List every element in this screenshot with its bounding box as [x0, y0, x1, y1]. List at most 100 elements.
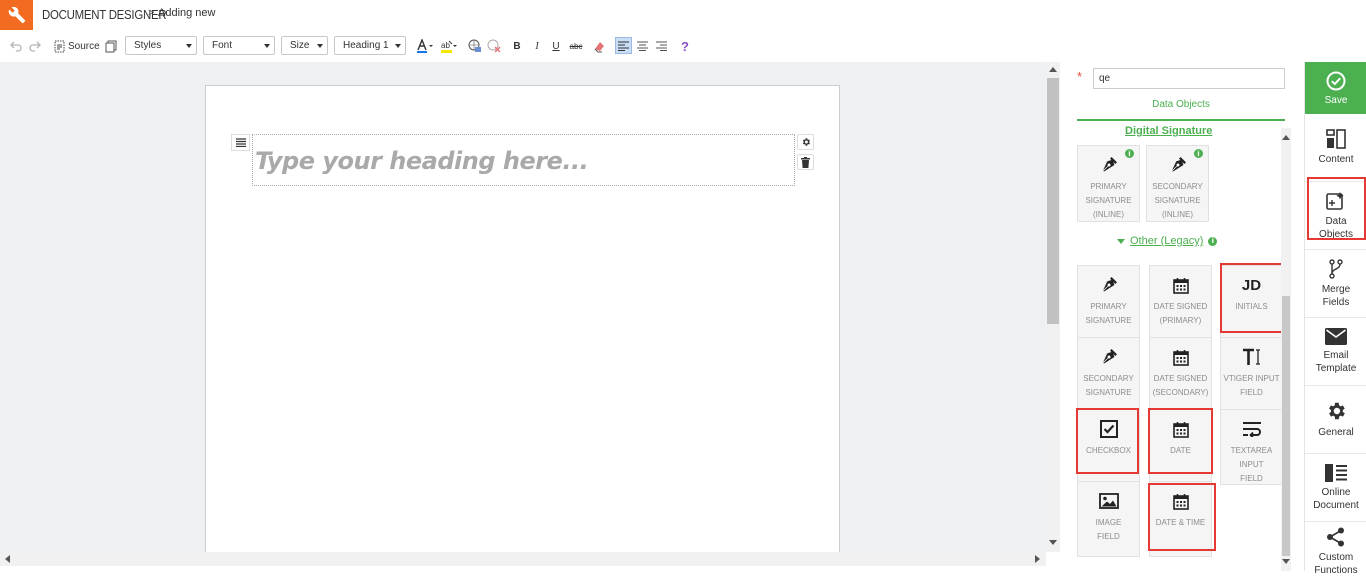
top-header: DOCUMENT DESIGNER > Adding new — [0, 0, 1366, 30]
italic-button[interactable]: I — [531, 38, 543, 54]
size-dropdown[interactable]: Size — [281, 36, 328, 55]
sidebar-item-custom-functions[interactable]: Custom Functions — [1305, 522, 1366, 582]
heading-block[interactable]: Type your heading here... — [252, 134, 795, 186]
trash-icon[interactable] — [797, 154, 814, 170]
highlight-date-and-time — [1148, 483, 1216, 551]
section-other-legacy[interactable]: Other (Legacy) i — [1117, 235, 1218, 247]
source-icon — [54, 40, 65, 52]
align-center-icon[interactable] — [635, 38, 650, 54]
highlight-color-icon[interactable]: ab — [439, 38, 459, 54]
tile-secondary-signature[interactable]: SECONDARY SIGNATURE — [1077, 337, 1140, 413]
underline-button[interactable]: U — [550, 38, 562, 54]
content-icon — [1326, 129, 1346, 149]
heading-placeholder[interactable]: Type your heading here... — [255, 147, 589, 175]
sidebar-item-content[interactable]: Content — [1305, 114, 1366, 182]
share-icon — [1327, 527, 1344, 547]
tile-primary-signature-inline[interactable]: i PRIMARY SIGNATURE (INLINE) — [1077, 145, 1140, 222]
search-input[interactable] — [1093, 68, 1285, 89]
canvas-vertical-scrollbar-thumb[interactable] — [1047, 78, 1059, 324]
sidebar-item-label: Merge Fields — [1321, 283, 1351, 308]
tile-primary-signature[interactable]: PRIMARY SIGNATURE — [1077, 265, 1140, 341]
font-dropdown[interactable]: Font — [203, 36, 275, 55]
tile-image-field[interactable]: IMAGE FIELD — [1077, 481, 1140, 557]
tile-date-signed-secondary[interactable]: DATE SIGNED (SECONDARY) — [1149, 337, 1212, 413]
highlight-data-objects — [1307, 177, 1366, 240]
scroll-left-icon[interactable] — [5, 555, 10, 563]
link-icon[interactable] — [467, 38, 483, 54]
sidebar-item-label: Content — [1318, 154, 1354, 165]
calendar-icon — [1150, 274, 1211, 296]
panel-scrollbar-thumb[interactable] — [1282, 296, 1290, 556]
tile-label: PRIMARY SIGNATURE (INLINE) — [1085, 182, 1132, 219]
editor-canvas: Type your heading here... — [0, 62, 1046, 552]
pen-nib-icon — [1078, 154, 1139, 176]
save-label: Save — [1324, 94, 1348, 106]
save-button[interactable]: Save — [1305, 62, 1366, 114]
tile-date-signed-primary[interactable]: DATE SIGNED (PRIMARY) — [1149, 265, 1212, 341]
format-dropdown-label: Heading 1 — [343, 40, 389, 51]
scroll-down-icon[interactable] — [1282, 559, 1290, 564]
undo-icon[interactable] — [9, 38, 23, 54]
sidebar-item-email-template[interactable]: Email Template — [1305, 318, 1366, 386]
info-icon[interactable]: i — [1208, 236, 1218, 246]
gear-icon[interactable] — [797, 134, 814, 150]
sidebar-item-label: Email Template — [1315, 350, 1357, 374]
caret-down-icon — [1117, 238, 1125, 244]
scroll-down-icon[interactable] — [1049, 540, 1057, 545]
scroll-up-icon[interactable] — [1282, 135, 1290, 140]
panel-scrollbar[interactable] — [1281, 128, 1291, 571]
canvas-horizontal-scrollbar[interactable] — [0, 552, 1046, 566]
text-color-icon[interactable] — [415, 38, 435, 54]
canvas-vertical-scrollbar[interactable] — [1046, 62, 1060, 552]
text-cursor-icon — [1221, 346, 1282, 368]
styles-dropdown[interactable]: Styles — [125, 36, 197, 55]
format-dropdown[interactable]: Heading 1 — [334, 36, 406, 55]
right-sidebar: Save Content Data Objects Merge Fields E… — [1304, 62, 1366, 576]
strikethrough-button[interactable]: abc — [568, 38, 584, 54]
tab-data-objects[interactable]: Data Objects — [1077, 98, 1285, 121]
source-button[interactable]: Source — [53, 38, 101, 54]
redo-icon[interactable] — [28, 38, 42, 54]
source-label: Source — [68, 40, 100, 52]
templates-icon[interactable] — [104, 38, 118, 54]
tile-label: SECONDARY SIGNATURE — [1083, 374, 1134, 397]
check-circle-icon — [1326, 71, 1346, 90]
section-digital-signature[interactable]: Digital Signature — [1125, 125, 1212, 137]
size-dropdown-label: Size — [290, 40, 310, 51]
required-marker: * — [1077, 69, 1083, 84]
section-other-legacy-label: Other (Legacy) — [1130, 235, 1204, 247]
calendar-icon — [1150, 346, 1211, 368]
align-left-button[interactable] — [615, 37, 632, 54]
remove-format-icon[interactable] — [592, 38, 606, 54]
sidebar-item-label: Online Document — [1313, 486, 1359, 511]
bold-button[interactable]: B — [511, 38, 523, 54]
tile-vtiger-input-field[interactable]: VTIGER INPUT FIELD — [1220, 337, 1283, 413]
sidebar-item-label: General — [1318, 427, 1354, 438]
align-right-icon[interactable] — [654, 38, 669, 54]
document-icon — [1325, 463, 1347, 482]
scroll-right-icon[interactable] — [1035, 555, 1040, 563]
highlight-initials — [1220, 263, 1289, 333]
unlink-icon[interactable] — [486, 38, 502, 54]
align-left-icon — [618, 41, 629, 51]
tile-label: TEXTAREA INPUT FIELD — [1230, 446, 1273, 483]
chevron-down-icon — [186, 44, 192, 48]
help-button[interactable]: ? — [678, 38, 692, 54]
sidebar-item-general[interactable]: General — [1305, 386, 1366, 454]
tile-label: VTIGER INPUT FIELD — [1223, 374, 1280, 397]
drag-handle-icon[interactable] — [231, 134, 250, 151]
tile-secondary-signature-inline[interactable]: i SECONDARY SIGNATURE (INLINE) — [1146, 145, 1209, 222]
gear-icon — [1329, 402, 1345, 420]
tile-label: SECONDARY SIGNATURE (INLINE) — [1152, 182, 1203, 219]
wrench-icon[interactable] — [0, 0, 33, 30]
styles-dropdown-label: Styles — [134, 40, 162, 51]
document-page[interactable]: Type your heading here... — [205, 85, 840, 552]
tile-textarea-input-field[interactable]: TEXTAREA INPUT FIELD — [1220, 409, 1283, 485]
sidebar-item-merge-fields[interactable]: Merge Fields — [1305, 250, 1366, 318]
pen-nib-icon — [1078, 274, 1139, 296]
chevron-down-icon — [317, 44, 323, 48]
scroll-up-icon[interactable] — [1049, 67, 1057, 72]
sidebar-item-online-document[interactable]: Online Document — [1305, 454, 1366, 522]
wrap-text-icon — [1221, 418, 1282, 440]
editor-toolbar: Source Styles Font Size Heading 1 ab B I… — [0, 30, 1366, 62]
